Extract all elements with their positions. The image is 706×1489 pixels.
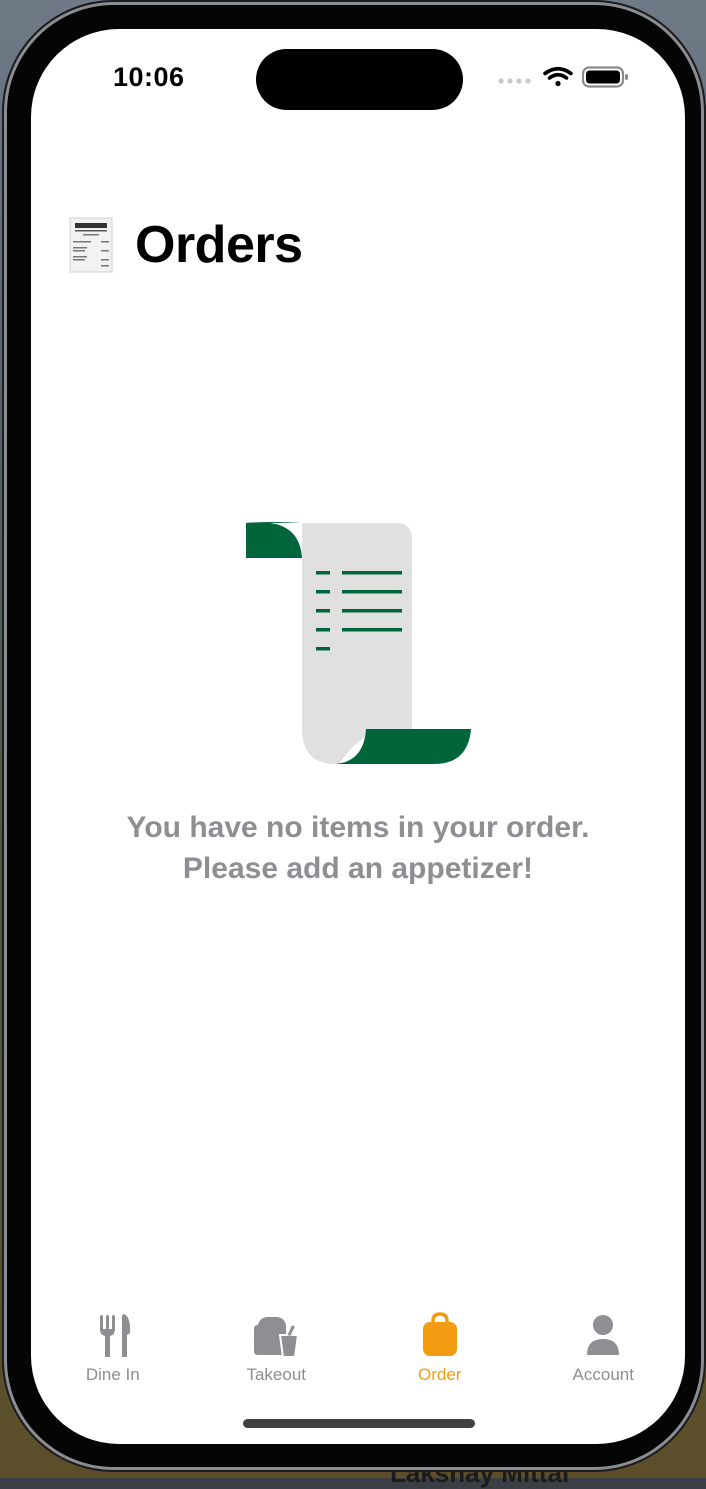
receipt-icon — [69, 217, 113, 273]
page-title: Orders — [135, 216, 303, 274]
person-icon — [587, 1315, 620, 1355]
takeout-bag-icon — [254, 1317, 300, 1358]
tab-takeout[interactable]: Takeout — [195, 1297, 359, 1397]
home-indicator[interactable] — [243, 1419, 475, 1428]
status-time: 10:06 — [113, 62, 185, 92]
tab-bar: Dine In Takeout Order Account — [31, 1297, 685, 1397]
app-screen: 10:06 Orders You have no items in your o… — [31, 29, 685, 1444]
fork-knife-icon — [99, 1314, 130, 1357]
page-header: Orders — [69, 215, 303, 275]
tab-dine-in[interactable]: Dine In — [31, 1297, 195, 1397]
cellular-signal-icon — [498, 78, 531, 84]
dynamic-island — [256, 49, 463, 110]
tab-account[interactable]: Account — [522, 1297, 686, 1397]
status-icons — [498, 66, 628, 88]
tab-label-account: Account — [572, 1365, 634, 1384]
empty-message-line-2: Please add an appetizer! — [182, 852, 534, 885]
tab-label-dine-in: Dine In — [85, 1365, 140, 1384]
empty-order-message: You have no items in your order. Please … — [31, 807, 685, 889]
phone-frame: 10:06 Orders You have no items in your o… — [4, 2, 704, 1470]
empty-message-line-1: You have no items in your order. — [126, 811, 590, 844]
tab-label-takeout: Takeout — [246, 1365, 307, 1384]
tab-label-order: Order — [418, 1365, 462, 1384]
bag-icon — [422, 1312, 457, 1356]
tab-order[interactable]: Order — [358, 1297, 522, 1397]
battery-icon — [581, 66, 628, 88]
wifi-icon — [543, 66, 573, 87]
receipt-scroll-icon — [246, 522, 471, 764]
